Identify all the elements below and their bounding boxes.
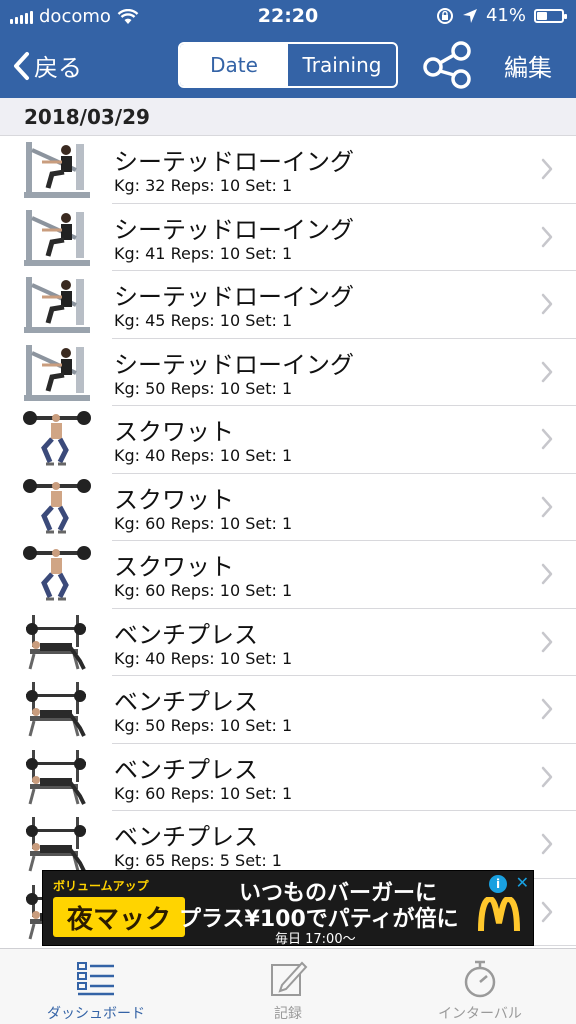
section-header: 2018/03/29 (0, 98, 576, 136)
segment-training[interactable]: Training (288, 44, 396, 86)
list-item[interactable]: ベンチプレス Kg: 60 Reps: 10 Set: 1 (0, 744, 576, 811)
location-arrow-icon (462, 8, 477, 23)
bench-press-icon (26, 682, 86, 737)
edit-note-icon (271, 961, 308, 996)
list-item[interactable]: スクワット Kg: 60 Reps: 10 Set: 1 (0, 474, 576, 541)
list-item[interactable]: ベンチプレス Kg: 65 Reps: 5 Set: 1 (0, 811, 576, 879)
ad-headline: 夜マック (53, 897, 185, 937)
seated-row-machine-icon (24, 277, 90, 333)
segment-date[interactable]: Date (180, 44, 288, 86)
list-item[interactable]: ベンチプレス Kg: 40 Reps: 10 Set: 1 (0, 609, 576, 676)
exercise-name: スクワット (114, 485, 234, 514)
seated-row-machine-icon (24, 209, 90, 266)
bench-press-icon (26, 614, 86, 670)
list-item[interactable]: ベンチプレス Kg: 50 Reps: 10 Set: 1 (0, 676, 576, 744)
chevron-right-icon (541, 428, 553, 450)
exercise-detail: Kg: 45 Reps: 10 Set: 1 (114, 311, 293, 330)
workout-list: シーテッドローイング Kg: 32 Reps: 10 Set: 1 シーテッドローイ… (0, 136, 576, 948)
battery-percent: 41% (485, 5, 526, 26)
header: docomo 22:20 41% 戻る Date Training 編集 (0, 0, 576, 98)
exercise-detail: Kg: 40 Reps: 10 Set: 1 (114, 648, 293, 668)
exercise-detail: Kg: 41 Reps: 10 Set: 1 (114, 243, 293, 263)
exercise-name: ベンチプレス (114, 823, 258, 851)
squat-icon (23, 411, 91, 466)
share-icon[interactable] (422, 41, 474, 89)
back-button[interactable]: 戻る (12, 48, 82, 83)
bench-press-icon (26, 817, 86, 872)
nav-bar: 戻る Date Training 編集 (0, 34, 576, 98)
list-item[interactable]: シーテッドローイング Kg: 32 Reps: 10 Set: 1 (0, 136, 576, 204)
tab-interval[interactable]: インターバル (384, 949, 576, 1024)
list-item[interactable]: シーテッドローイング Kg: 41 Reps: 10 Set: 1 (0, 204, 576, 271)
tab-dashboard-label: ダッシュボード (47, 1006, 145, 1022)
mcdonalds-logo-icon (478, 897, 520, 932)
tab-record[interactable]: 記録 (192, 949, 384, 1024)
seated-row-machine-icon (24, 142, 90, 198)
exercise-detail: Kg: 60 Reps: 10 Set: 1 (114, 783, 293, 803)
status-right: 41% (436, 5, 567, 26)
chevron-right-icon (541, 901, 553, 922)
chevron-right-icon (541, 293, 553, 315)
squat-icon (23, 478, 91, 533)
view-segmented-control: Date Training (178, 42, 398, 88)
list-item[interactable]: スクワット Kg: 60 Reps: 10 Set: 1 (0, 541, 576, 609)
exercise-name: シーテッドローイング (114, 215, 354, 244)
exercise-detail: Kg: 40 Reps: 10 Set: 1 (114, 446, 293, 465)
ad-line-3: 毎日 17:00〜 (275, 932, 356, 947)
exercise-detail: Kg: 60 Reps: 10 Set: 1 (114, 581, 293, 600)
ad-banner[interactable]: ボリュームアップ 夜マック いつものバーガーに プラス¥100でパティが倍に 毎… (42, 870, 534, 947)
back-label: 戻る (34, 54, 82, 82)
exercise-name: ベンチプレス (114, 755, 258, 784)
list-item[interactable]: シーテッドローイング Kg: 50 Reps: 10 Set: 1 (0, 339, 576, 406)
chevron-right-icon (541, 833, 553, 855)
exercise-name: ベンチプレス (114, 620, 258, 649)
exercise-detail: Kg: 65 Reps: 5 Set: 1 (114, 851, 282, 870)
list-item[interactable]: スクワット Kg: 40 Reps: 10 Set: 1 (0, 406, 576, 474)
exercise-detail: Kg: 60 Reps: 10 Set: 1 (114, 513, 293, 533)
squat-icon (23, 546, 91, 601)
chevron-right-icon (541, 766, 553, 787)
exercise-name: ベンチプレス (114, 688, 258, 716)
exercise-detail: Kg: 32 Reps: 10 Set: 1 (114, 176, 293, 195)
exercise-detail: Kg: 50 Reps: 10 Set: 1 (114, 378, 293, 398)
chevron-right-icon (541, 563, 553, 585)
chevron-right-icon (541, 361, 553, 382)
exercise-name: スクワット (114, 418, 234, 446)
exercise-name: シーテッドローイング (114, 148, 354, 176)
exercise-name: シーテッドローイング (114, 350, 354, 379)
exercise-name: スクワット (114, 553, 234, 581)
exercise-detail: Kg: 50 Reps: 10 Set: 1 (114, 716, 293, 735)
rotation-lock-icon (436, 7, 453, 24)
chevron-right-icon (541, 631, 553, 652)
bench-press-icon (26, 749, 86, 805)
ad-close-icon[interactable]: ✕ (516, 873, 529, 892)
tab-dashboard[interactable]: ダッシュボード (0, 949, 192, 1024)
chevron-right-icon (541, 158, 553, 180)
list-item[interactable]: シーテッドローイング Kg: 45 Reps: 10 Set: 1 (0, 271, 576, 339)
tab-interval-label: インターバル (438, 1006, 522, 1022)
chevron-left-icon (14, 51, 29, 80)
exercise-name: シーテッドローイング (114, 283, 354, 311)
tab-record-label: 記録 (274, 1006, 302, 1022)
seated-row-machine-icon (24, 344, 90, 401)
tab-bar: ダッシュボード 記録 インターバル (0, 948, 576, 1024)
dashboard-list-icon (77, 962, 114, 996)
chevron-right-icon (541, 698, 553, 720)
status-bar: docomo 22:20 41% (0, 0, 576, 34)
ad-badge: ボリュームアップ (53, 879, 149, 893)
chevron-right-icon (541, 226, 553, 247)
chevron-right-icon (541, 496, 553, 517)
section-date: 2018/03/29 (24, 105, 150, 129)
edit-button[interactable]: 編集 (504, 48, 552, 83)
stopwatch-icon (464, 960, 496, 998)
ad-info-icon[interactable]: i (489, 875, 507, 893)
battery-icon (534, 8, 567, 23)
